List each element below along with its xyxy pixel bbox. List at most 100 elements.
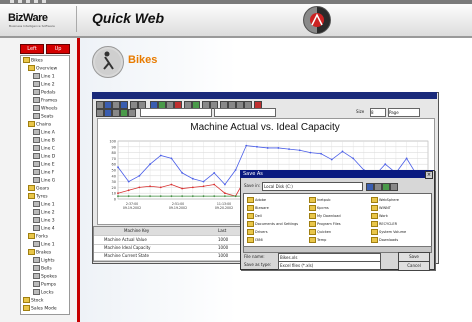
file-list-item[interactable]: Bizware — [247, 205, 269, 211]
nav-left-button[interactable]: Left — [20, 44, 44, 54]
folder-icon — [309, 205, 316, 211]
tree-item[interactable]: Overview — [28, 65, 57, 72]
tree-item[interactable]: Line D — [33, 153, 55, 160]
style-combo[interactable] — [140, 108, 212, 117]
tree-item[interactable]: Line C — [33, 145, 55, 152]
tree-item[interactable]: Line A — [33, 129, 55, 136]
tree-item[interactable]: Brakes — [28, 249, 51, 256]
tree-item[interactable]: Pumps — [33, 281, 56, 288]
table-header-cell: Machine Key — [124, 228, 150, 233]
field-combo[interactable] — [214, 108, 276, 117]
tree-item[interactable]: Line 2 — [33, 81, 55, 88]
window-icon[interactable] — [18, 0, 22, 3]
save-as-type-select[interactable]: Excel files (*.xls) — [278, 261, 381, 270]
tree-item-label: Overview — [36, 66, 58, 72]
app-header — [0, 4, 472, 38]
italic-icon[interactable] — [112, 109, 120, 117]
window-icon[interactable] — [26, 0, 30, 3]
up-folder-icon[interactable] — [374, 183, 382, 191]
tree-item[interactable]: Bells — [33, 265, 52, 272]
file-list-item[interactable]: Quicken — [309, 229, 331, 235]
tree-item[interactable]: Bikes — [23, 57, 43, 64]
tree-item[interactable]: Line E — [33, 161, 55, 168]
tree-item[interactable]: Forks — [28, 233, 48, 240]
new-folder-icon[interactable] — [382, 183, 390, 191]
window-icon[interactable] — [42, 0, 46, 3]
data-point — [256, 145, 258, 148]
file-list-item[interactable]: Adobe — [247, 197, 266, 203]
save-in-select[interactable]: Local Disk (C:) — [262, 182, 363, 191]
report-tree[interactable]: Bikes Overview Line 1 Line 2 Pedals Frames Whe… — [20, 55, 70, 315]
file-list-item[interactable]: Work — [371, 213, 388, 219]
folder-icon — [23, 305, 30, 311]
tree-item[interactable]: Stock — [23, 297, 43, 304]
tree-item[interactable]: Lights — [33, 257, 55, 264]
bold-icon[interactable] — [104, 109, 112, 117]
data-point — [288, 148, 290, 151]
window-icon[interactable] — [10, 0, 14, 3]
file-list-item[interactable]: My Download — [309, 213, 341, 219]
size-combo[interactable]: 8 — [370, 108, 386, 117]
tree-item[interactable]: Line 1 — [33, 241, 55, 248]
file-list-item[interactable]: Inetpub — [309, 197, 330, 203]
report-icon — [33, 209, 40, 215]
tree-item-label: Frames — [41, 98, 58, 104]
nav-up-button[interactable]: Up — [46, 44, 70, 54]
report-icon — [33, 257, 40, 263]
tree-item[interactable]: Gears — [28, 185, 49, 192]
tree-item[interactable]: Frames — [33, 97, 57, 104]
file-list-item[interactable]: Dell — [247, 213, 262, 219]
tree-item[interactable]: Line G — [33, 177, 55, 184]
file-list-item[interactable]: WINNT — [371, 205, 391, 211]
tree-item[interactable]: Line 4 — [33, 225, 55, 232]
tree-item[interactable]: Line 2 — [33, 209, 55, 216]
file-list-item[interactable]: I386 — [247, 237, 263, 243]
tree-item[interactable]: Line F — [33, 169, 54, 176]
file-list-item[interactable]: System Volume — [371, 229, 406, 235]
file-list-item[interactable]: Kpcms — [309, 205, 329, 211]
file-list-item[interactable]: Drivers — [247, 229, 268, 235]
tree-item-label: Bells — [41, 266, 52, 272]
tree-item[interactable]: Locks — [33, 289, 54, 296]
report-icon — [33, 161, 40, 167]
file-list-item[interactable]: Temp — [309, 237, 326, 243]
file-list-item[interactable]: Downloads — [371, 237, 398, 243]
report-icon — [33, 73, 40, 79]
data-point — [149, 195, 151, 197]
tree-item[interactable]: Sales Mode — [23, 305, 57, 312]
file-list-item[interactable]: WebSphere — [371, 197, 399, 203]
tree-item[interactable]: Wheels — [33, 105, 57, 112]
tree-item[interactable]: Pedals — [33, 89, 56, 96]
tree-item[interactable]: Seats — [33, 113, 54, 120]
table-row[interactable]: Machine Current State 1000 — [94, 252, 242, 261]
brand-tagline: Business Intelligence Software — [9, 24, 55, 28]
folder-icon — [247, 229, 254, 235]
data-point — [330, 158, 333, 161]
window-icon[interactable] — [34, 0, 38, 3]
file-list-item[interactable]: RECYCLER — [371, 221, 397, 227]
file-list-item[interactable]: Documents and Settings — [247, 221, 298, 227]
tree-item[interactable]: Line 1 — [33, 201, 55, 208]
tree-item[interactable]: Line 3 — [33, 217, 55, 224]
tree-item[interactable]: Spokes — [33, 273, 57, 280]
tree-item[interactable]: Tyres — [28, 193, 48, 200]
tree-item-label: Spokes — [41, 274, 58, 280]
save-in-label: Save in: — [244, 183, 261, 188]
color-icon[interactable] — [120, 109, 128, 117]
x-tick-label: 2:51:00 09.19.2002 — [169, 202, 187, 210]
zoom-combo[interactable]: Page — [388, 108, 420, 117]
back-icon[interactable] — [366, 183, 374, 191]
file-list-item[interactable]: Program Files — [309, 221, 341, 227]
view-menu-icon[interactable] — [390, 183, 398, 191]
file-list[interactable]: Adobe Bizware Dell Documents and Settings Dr… — [243, 193, 432, 247]
tree-item[interactable]: Line 1 — [33, 73, 55, 80]
format-icon[interactable] — [96, 109, 104, 117]
tree-item-label: Brakes — [36, 250, 52, 256]
tree-item[interactable]: Line B — [33, 137, 55, 144]
cancel-button[interactable]: Cancel — [398, 261, 430, 271]
folder-icon — [247, 237, 254, 243]
align-icon[interactable] — [128, 109, 136, 117]
tree-item[interactable]: Chains — [28, 121, 51, 128]
close-icon[interactable]: × — [425, 171, 433, 179]
table-header-cell: Last — [218, 228, 227, 233]
